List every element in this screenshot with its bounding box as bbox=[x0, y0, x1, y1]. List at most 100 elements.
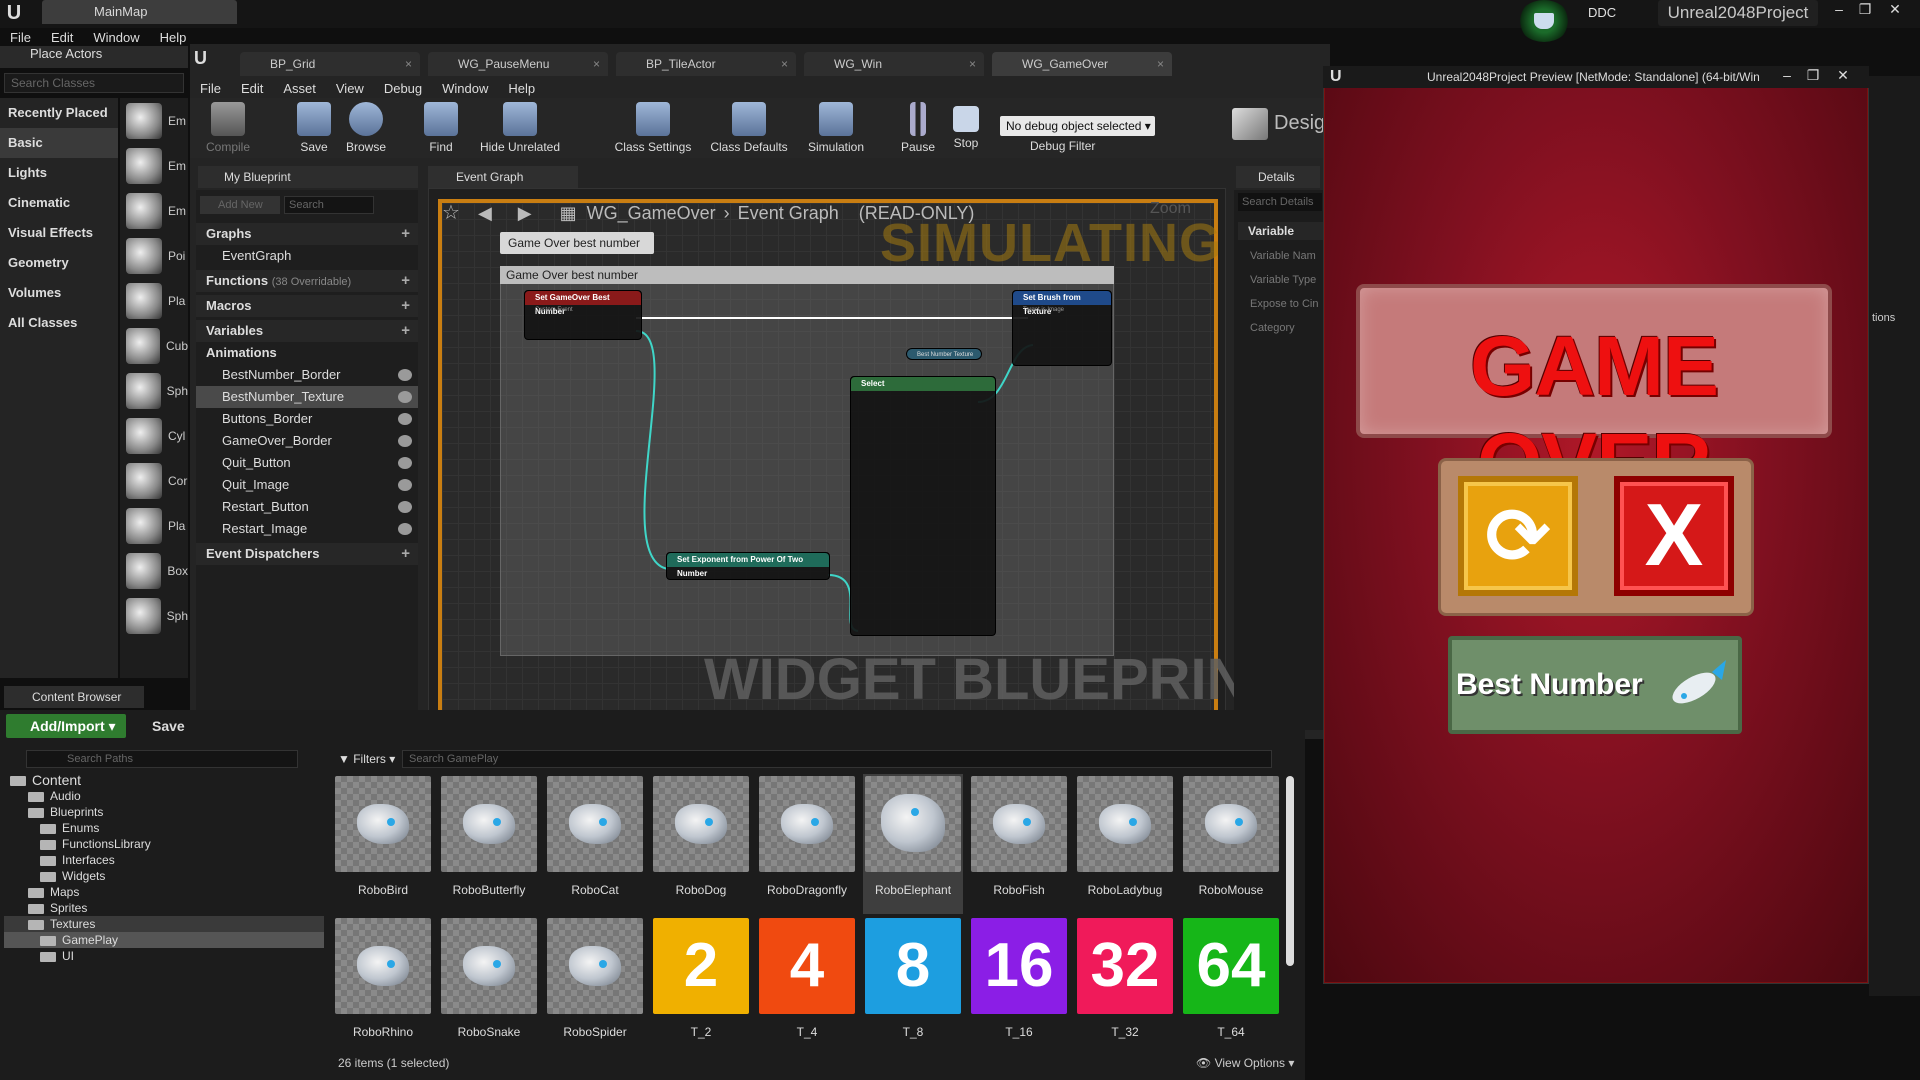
animations-section[interactable]: Animations bbox=[196, 342, 418, 364]
variable-item[interactable]: BestNumber_Border bbox=[196, 364, 418, 386]
menu-help[interactable]: Help bbox=[150, 30, 197, 45]
tree-item-blueprints[interactable]: Blueprints bbox=[4, 804, 324, 820]
variables-section[interactable]: Variables + bbox=[196, 320, 418, 342]
actor-item[interactable]: Poi bbox=[120, 233, 188, 278]
restore-icon[interactable]: ❐ bbox=[1852, 0, 1878, 20]
search-classes-input[interactable]: Search Classes bbox=[4, 73, 184, 93]
asset-t-16[interactable]: 16 T_16 bbox=[971, 918, 1067, 1039]
save-button[interactable]: Save bbox=[290, 98, 338, 158]
tree-item-functionslibrary[interactable]: FunctionsLibrary bbox=[4, 836, 324, 852]
asset-roboladybug[interactable]: RoboLadybug bbox=[1077, 776, 1173, 897]
close-tab-icon[interactable]: × bbox=[969, 52, 976, 76]
browse-button[interactable]: Browse bbox=[340, 98, 392, 158]
actor-item[interactable]: Cub bbox=[120, 323, 188, 368]
add-import-button[interactable]: Add/Import ▾ bbox=[6, 714, 126, 738]
functions-section[interactable]: Functions (38 Overridable) + bbox=[196, 270, 418, 292]
compile-button[interactable]: Compile bbox=[200, 98, 256, 158]
restart-button[interactable]: ⟳ bbox=[1458, 476, 1578, 596]
category-all-classes[interactable]: All Classes bbox=[0, 308, 118, 338]
tree-item-audio[interactable]: Audio bbox=[4, 788, 324, 804]
actor-item[interactable]: Box bbox=[120, 548, 188, 593]
details-variable-section[interactable]: Variable bbox=[1238, 222, 1324, 240]
event-node[interactable]: Set GameOver Best Number Custom Event bbox=[524, 290, 642, 340]
my-blueprint-tab[interactable]: My Blueprint bbox=[198, 166, 418, 188]
debug-object-select[interactable]: No debug object selected ▾ bbox=[1000, 116, 1155, 136]
asset-roborhino[interactable]: RoboRhino bbox=[335, 918, 431, 1039]
tree-item-sprites[interactable]: Sprites bbox=[4, 900, 324, 916]
category-recently-placed[interactable]: Recently Placed bbox=[0, 98, 118, 128]
tree-item-enums[interactable]: Enums bbox=[4, 820, 324, 836]
content-browser-tab[interactable]: Content Browser bbox=[4, 686, 144, 708]
event-graph-tab[interactable]: Event Graph bbox=[428, 166, 578, 188]
bp-menu-view[interactable]: View bbox=[326, 81, 374, 96]
category-volumes[interactable]: Volumes bbox=[0, 278, 118, 308]
actor-item[interactable]: Pla bbox=[120, 278, 188, 323]
actor-item[interactable]: Cor bbox=[120, 458, 188, 503]
class-defaults-button[interactable]: Class Defaults bbox=[704, 98, 794, 158]
tab-wg-pausemenu[interactable]: WG_PauseMenu × bbox=[428, 52, 608, 76]
category-visual-effects[interactable]: Visual Effects bbox=[0, 218, 118, 248]
menu-window[interactable]: Window bbox=[83, 30, 149, 45]
set-exponent-node[interactable]: Set Exponent from Power Of Two Number bbox=[666, 552, 830, 580]
tree-item-textures[interactable]: Textures bbox=[4, 916, 324, 932]
visibility-eye-icon[interactable] bbox=[398, 457, 412, 469]
asset-t-64[interactable]: 64 T_64 bbox=[1183, 918, 1279, 1039]
hide-unrelated-button[interactable]: Hide Unrelated bbox=[470, 98, 570, 158]
close-tab-icon[interactable]: × bbox=[405, 52, 412, 76]
asset-robodragonfly[interactable]: RoboDragonfly bbox=[759, 776, 855, 897]
visibility-eye-icon[interactable] bbox=[398, 523, 412, 535]
variable-item[interactable]: Restart_Image bbox=[196, 518, 418, 540]
asset-robobird[interactable]: RoboBird bbox=[335, 776, 431, 897]
asset-robobutterfly[interactable]: RoboButterfly bbox=[441, 776, 537, 897]
bp-menu-file[interactable]: File bbox=[190, 81, 231, 96]
bp-menu-window[interactable]: Window bbox=[432, 81, 498, 96]
details-search-input[interactable]: Search Details bbox=[1238, 193, 1322, 211]
add-macro-icon[interactable]: + bbox=[401, 295, 410, 317]
variable-item[interactable]: GameOver_Border bbox=[196, 430, 418, 452]
variable-item[interactable]: Buttons_Border bbox=[196, 408, 418, 430]
variable-item[interactable]: Quit_Image bbox=[196, 474, 418, 496]
visibility-eye-icon[interactable] bbox=[398, 413, 412, 425]
details-tab[interactable]: Details bbox=[1236, 166, 1320, 188]
actor-item[interactable]: Pla bbox=[120, 503, 188, 548]
asset-t-4[interactable]: 4 T_4 bbox=[759, 918, 855, 1039]
macros-section[interactable]: Macros + bbox=[196, 295, 418, 317]
actor-item[interactable]: Cyl bbox=[120, 413, 188, 458]
tree-item-interfaces[interactable]: Interfaces bbox=[4, 852, 324, 868]
tab-wg-gameover[interactable]: WG_GameOver × bbox=[992, 52, 1172, 76]
asset-t-8[interactable]: 8 T_8 bbox=[865, 918, 961, 1039]
asset-robospider[interactable]: RoboSpider bbox=[547, 918, 643, 1039]
tab-bp-tileactor[interactable]: BP_TileActor × bbox=[616, 52, 796, 76]
event-dispatchers-section[interactable]: Event Dispatchers + bbox=[196, 543, 418, 565]
options-label[interactable]: tions bbox=[1872, 312, 1895, 324]
tree-item-widgets[interactable]: Widgets bbox=[4, 868, 324, 884]
tree-item-gameplay[interactable]: GamePlay bbox=[4, 932, 324, 948]
category-cinematic[interactable]: Cinematic bbox=[0, 188, 118, 218]
visibility-eye-icon[interactable] bbox=[398, 369, 412, 381]
tree-item-maps[interactable]: Maps bbox=[4, 884, 324, 900]
add-variable-icon[interactable]: + bbox=[401, 320, 410, 342]
variable-item[interactable]: Restart_Button bbox=[196, 496, 418, 518]
pause-button[interactable]: Pause bbox=[896, 98, 940, 158]
map-tab[interactable]: MainMap bbox=[42, 0, 237, 24]
filters-button[interactable]: ▼ Filters ▾ bbox=[338, 750, 398, 768]
bp-menu-edit[interactable]: Edit bbox=[231, 81, 273, 96]
find-button[interactable]: Find bbox=[418, 98, 464, 158]
bp-menu-help[interactable]: Help bbox=[498, 81, 545, 96]
tab-bp-grid[interactable]: BP_Grid × bbox=[240, 52, 420, 76]
add-function-icon[interactable]: + bbox=[401, 270, 410, 292]
close-icon[interactable]: ✕ bbox=[1882, 0, 1908, 20]
preview-restore-icon[interactable]: ❐ bbox=[1800, 66, 1826, 86]
texture-variable-node[interactable]: Best Number Texture bbox=[906, 348, 982, 360]
visibility-eye-icon[interactable] bbox=[398, 479, 412, 491]
asset-robodog[interactable]: RoboDog bbox=[653, 776, 749, 897]
close-tab-icon[interactable]: × bbox=[593, 52, 600, 76]
add-new-button[interactable]: Add New bbox=[200, 196, 280, 214]
tree-item-ui[interactable]: UI bbox=[4, 948, 324, 964]
asset-robosnake[interactable]: RoboSnake bbox=[441, 918, 537, 1039]
actor-item[interactable]: Sph bbox=[120, 593, 188, 638]
quit-button[interactable]: X bbox=[1614, 476, 1734, 596]
asset-roboelephant[interactable]: RoboElephant bbox=[863, 774, 963, 914]
search-paths-input[interactable]: Search Paths bbox=[26, 750, 298, 768]
minimize-icon[interactable]: – bbox=[1826, 0, 1852, 20]
